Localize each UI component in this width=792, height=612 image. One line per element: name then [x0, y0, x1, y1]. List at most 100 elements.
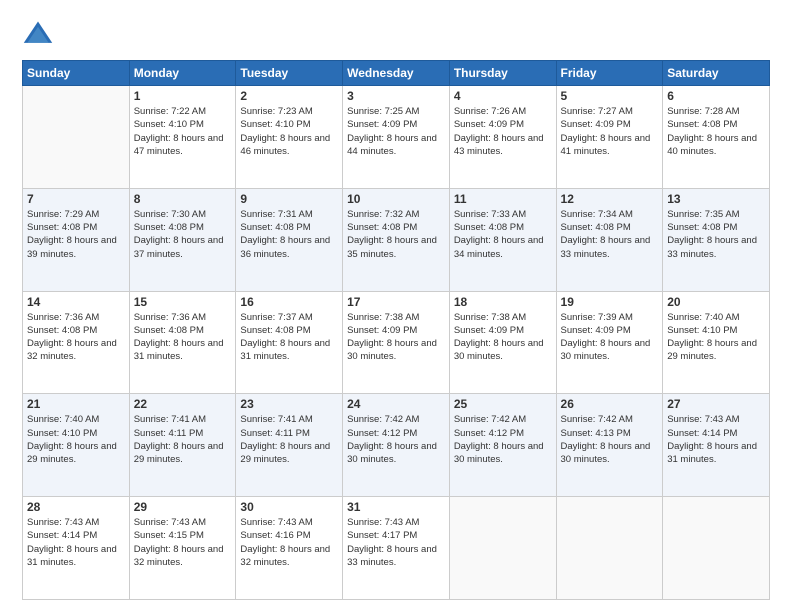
calendar-cell: 21Sunrise: 7:40 AMSunset: 4:10 PMDayligh… — [23, 394, 130, 497]
day-number: 26 — [561, 397, 659, 411]
day-info: Sunrise: 7:39 AMSunset: 4:09 PMDaylight:… — [561, 311, 659, 364]
calendar-cell: 2 Sunrise: 7:23 AMSunset: 4:10 PMDaylight… — [236, 86, 343, 189]
calendar-cell — [556, 497, 663, 600]
day-number: 16 — [240, 295, 338, 309]
day-number: 20 — [667, 295, 765, 309]
calendar-cell: 3 Sunrise: 7:25 AMSunset: 4:09 PMDaylight… — [343, 86, 450, 189]
calendar-cell — [449, 497, 556, 600]
calendar-cell: 31 Sunrise: 7:43 AMSunset: 4:17 PMDayligh… — [343, 497, 450, 600]
day-number: 1 — [134, 89, 232, 103]
day-info: Sunrise: 7:43 AMSunset: 4:16 PMDaylight:… — [240, 516, 338, 569]
weekday-header-thursday: Thursday — [449, 61, 556, 86]
day-number: 7 — [27, 192, 125, 206]
day-info: Sunrise: 7:43 AMSunset: 4:17 PMDaylight:… — [347, 516, 445, 569]
day-info: Sunrise: 7:41 AMSunset: 4:11 PMDaylight:… — [134, 413, 232, 466]
weekday-header-sunday: Sunday — [23, 61, 130, 86]
calendar-cell: 18Sunrise: 7:38 AMSunset: 4:09 PMDayligh… — [449, 291, 556, 394]
weekday-header-wednesday: Wednesday — [343, 61, 450, 86]
weekday-header-saturday: Saturday — [663, 61, 770, 86]
day-number: 15 — [134, 295, 232, 309]
calendar-week-row: 21Sunrise: 7:40 AMSunset: 4:10 PMDayligh… — [23, 394, 770, 497]
calendar-cell: 6 Sunrise: 7:28 AMSunset: 4:08 PMDaylight… — [663, 86, 770, 189]
weekday-header-tuesday: Tuesday — [236, 61, 343, 86]
calendar-cell: 14 Sunrise: 7:36 AMSunset: 4:08 PMDayligh… — [23, 291, 130, 394]
day-number: 19 — [561, 295, 659, 309]
day-number: 13 — [667, 192, 765, 206]
day-number: 12 — [561, 192, 659, 206]
calendar-week-row: 7Sunrise: 7:29 AMSunset: 4:08 PMDaylight… — [23, 188, 770, 291]
calendar-cell — [23, 86, 130, 189]
day-number: 14 — [27, 295, 125, 309]
day-number: 4 — [454, 89, 552, 103]
day-info: Sunrise: 7:31 AMSunset: 4:08 PMDaylight:… — [240, 208, 338, 261]
calendar-cell: 27 Sunrise: 7:43 AMSunset: 4:14 PMDayligh… — [663, 394, 770, 497]
day-number: 28 — [27, 500, 125, 514]
calendar-table: SundayMondayTuesdayWednesdayThursdayFrid… — [22, 60, 770, 600]
calendar-cell — [663, 497, 770, 600]
day-number: 27 — [667, 397, 765, 411]
day-number: 22 — [134, 397, 232, 411]
day-info: Sunrise: 7:28 AMSunset: 4:08 PMDaylight:… — [667, 105, 765, 158]
calendar-cell: 12 Sunrise: 7:34 AMSunset: 4:08 PMDayligh… — [556, 188, 663, 291]
weekday-header-friday: Friday — [556, 61, 663, 86]
day-number: 29 — [134, 500, 232, 514]
day-info: Sunrise: 7:34 AMSunset: 4:08 PMDaylight:… — [561, 208, 659, 261]
day-info: Sunrise: 7:23 AMSunset: 4:10 PMDaylight:… — [240, 105, 338, 158]
day-number: 2 — [240, 89, 338, 103]
day-number: 18 — [454, 295, 552, 309]
day-number: 17 — [347, 295, 445, 309]
day-info: Sunrise: 7:35 AMSunset: 4:08 PMDaylight:… — [667, 208, 765, 261]
weekday-header-row: SundayMondayTuesdayWednesdayThursdayFrid… — [23, 61, 770, 86]
day-number: 3 — [347, 89, 445, 103]
day-number: 8 — [134, 192, 232, 206]
calendar-cell: 26Sunrise: 7:42 AMSunset: 4:13 PMDayligh… — [556, 394, 663, 497]
day-info: Sunrise: 7:42 AMSunset: 4:12 PMDaylight:… — [454, 413, 552, 466]
calendar-cell: 28 Sunrise: 7:43 AMSunset: 4:14 PMDayligh… — [23, 497, 130, 600]
day-number: 6 — [667, 89, 765, 103]
calendar-cell: 13 Sunrise: 7:35 AMSunset: 4:08 PMDayligh… — [663, 188, 770, 291]
day-number: 30 — [240, 500, 338, 514]
calendar-cell: 7Sunrise: 7:29 AMSunset: 4:08 PMDaylight… — [23, 188, 130, 291]
calendar-cell: 17 Sunrise: 7:38 AMSunset: 4:09 PMDayligh… — [343, 291, 450, 394]
calendar-cell: 8 Sunrise: 7:30 AMSunset: 4:08 PMDaylight… — [129, 188, 236, 291]
calendar-week-row: 28 Sunrise: 7:43 AMSunset: 4:14 PMDayligh… — [23, 497, 770, 600]
day-info: Sunrise: 7:43 AMSunset: 4:14 PMDaylight:… — [667, 413, 765, 466]
calendar-cell: 20 Sunrise: 7:40 AMSunset: 4:10 PMDayligh… — [663, 291, 770, 394]
day-number: 23 — [240, 397, 338, 411]
calendar-cell: 16 Sunrise: 7:37 AMSunset: 4:08 PMDayligh… — [236, 291, 343, 394]
calendar-week-row: 1 Sunrise: 7:22 AMSunset: 4:10 PMDaylight… — [23, 86, 770, 189]
day-info: Sunrise: 7:36 AMSunset: 4:08 PMDaylight:… — [27, 311, 125, 364]
logo — [22, 18, 58, 50]
day-info: Sunrise: 7:25 AMSunset: 4:09 PMDaylight:… — [347, 105, 445, 158]
day-info: Sunrise: 7:33 AMSunset: 4:08 PMDaylight:… — [454, 208, 552, 261]
day-number: 5 — [561, 89, 659, 103]
day-info: Sunrise: 7:26 AMSunset: 4:09 PMDaylight:… — [454, 105, 552, 158]
day-info: Sunrise: 7:40 AMSunset: 4:10 PMDaylight:… — [27, 413, 125, 466]
page: SundayMondayTuesdayWednesdayThursdayFrid… — [0, 0, 792, 612]
calendar-cell: 24 Sunrise: 7:42 AMSunset: 4:12 PMDayligh… — [343, 394, 450, 497]
day-info: Sunrise: 7:43 AMSunset: 4:14 PMDaylight:… — [27, 516, 125, 569]
calendar-cell: 19 Sunrise: 7:39 AMSunset: 4:09 PMDayligh… — [556, 291, 663, 394]
day-info: Sunrise: 7:43 AMSunset: 4:15 PMDaylight:… — [134, 516, 232, 569]
day-info: Sunrise: 7:22 AMSunset: 4:10 PMDaylight:… — [134, 105, 232, 158]
weekday-header-monday: Monday — [129, 61, 236, 86]
calendar-week-row: 14 Sunrise: 7:36 AMSunset: 4:08 PMDayligh… — [23, 291, 770, 394]
day-number: 31 — [347, 500, 445, 514]
day-info: Sunrise: 7:37 AMSunset: 4:08 PMDaylight:… — [240, 311, 338, 364]
day-number: 10 — [347, 192, 445, 206]
day-number: 24 — [347, 397, 445, 411]
header — [22, 18, 770, 50]
day-info: Sunrise: 7:40 AMSunset: 4:10 PMDaylight:… — [667, 311, 765, 364]
calendar-cell: 9 Sunrise: 7:31 AMSunset: 4:08 PMDaylight… — [236, 188, 343, 291]
day-info: Sunrise: 7:42 AMSunset: 4:12 PMDaylight:… — [347, 413, 445, 466]
day-info: Sunrise: 7:30 AMSunset: 4:08 PMDaylight:… — [134, 208, 232, 261]
day-info: Sunrise: 7:41 AMSunset: 4:11 PMDaylight:… — [240, 413, 338, 466]
logo-icon — [22, 18, 54, 50]
day-number: 9 — [240, 192, 338, 206]
day-info: Sunrise: 7:38 AMSunset: 4:09 PMDaylight:… — [347, 311, 445, 364]
day-number: 11 — [454, 192, 552, 206]
calendar-cell: 29 Sunrise: 7:43 AMSunset: 4:15 PMDayligh… — [129, 497, 236, 600]
calendar-cell: 22 Sunrise: 7:41 AMSunset: 4:11 PMDayligh… — [129, 394, 236, 497]
calendar-cell: 4 Sunrise: 7:26 AMSunset: 4:09 PMDaylight… — [449, 86, 556, 189]
calendar-cell: 25Sunrise: 7:42 AMSunset: 4:12 PMDayligh… — [449, 394, 556, 497]
